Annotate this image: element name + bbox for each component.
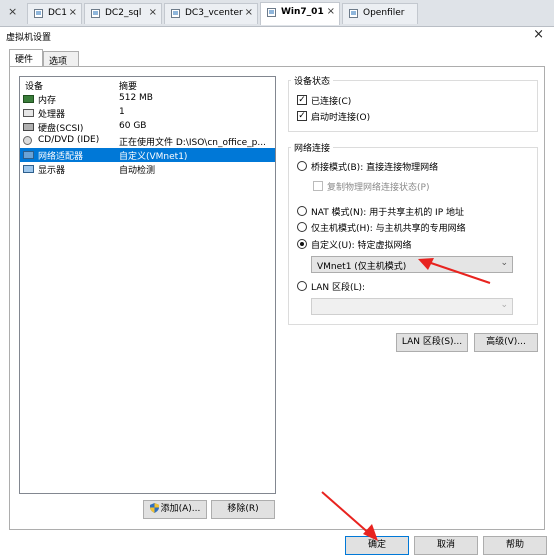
annotation-overlay: [321, 258, 491, 541]
annotation-arrow-ok: [321, 491, 378, 541]
annotation-arrow-custom: [418, 258, 491, 284]
